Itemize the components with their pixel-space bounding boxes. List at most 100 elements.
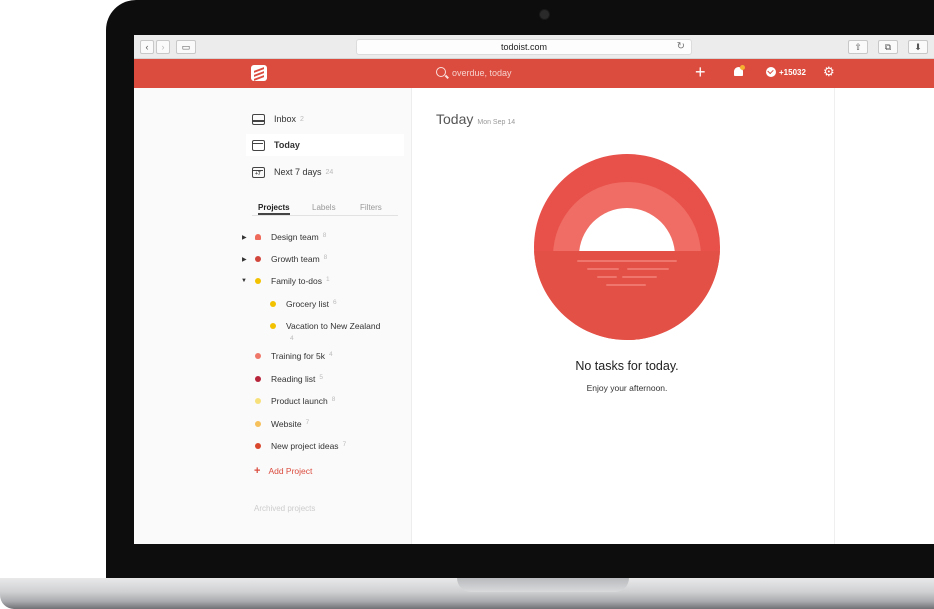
- wave-line: [627, 268, 669, 270]
- archived-projects-link[interactable]: Archived projects: [254, 504, 315, 513]
- empty-state-subtitle: Enjoy your afternoon.: [586, 383, 668, 393]
- nav-inbox[interactable]: Inbox 2: [252, 108, 398, 130]
- project-website[interactable]: Website 7: [255, 419, 309, 433]
- project-count: 7: [342, 441, 347, 448]
- wave-line: [622, 276, 657, 278]
- right-pane: [834, 88, 934, 544]
- add-task-icon[interactable]: +: [695, 62, 706, 82]
- screen: ‹ › ▭ todoist.com ↻ ⇧ ⧉ ⬇ overdue, today…: [134, 35, 934, 544]
- nav-label: Today: [274, 140, 300, 150]
- project-label: Vacation to New Zealand: [286, 321, 381, 331]
- project-reading-list[interactable]: Reading list 5: [255, 374, 323, 388]
- project-color-dot: [270, 323, 276, 329]
- calendar-week-icon: [252, 166, 265, 178]
- project-color-dot: [255, 353, 261, 359]
- project-count: 7: [305, 419, 310, 426]
- reload-icon[interactable]: ↻: [677, 40, 685, 54]
- main-content: Today Mon Sep 14 No tasks for today. Enjo…: [412, 88, 832, 544]
- wave-line: [577, 260, 677, 262]
- add-project-button[interactable]: + Add Project: [254, 465, 312, 477]
- project-label: Family to-dos: [271, 276, 323, 286]
- nav-label: Next 7 days: [274, 167, 322, 177]
- page-title-text: Today: [436, 111, 474, 127]
- forward-button[interactable]: ›: [156, 40, 170, 54]
- nav-next-7-days[interactable]: Next 7 days 24: [252, 161, 398, 183]
- project-label-wrap: Vacation to New Zealand 4: [286, 321, 390, 344]
- collapse-arrow-icon[interactable]: ▼: [241, 278, 247, 284]
- nav-count: 2: [300, 115, 304, 123]
- project-count: 4: [290, 335, 294, 342]
- person-icon: [255, 234, 261, 240]
- project-color-dot: [255, 376, 261, 382]
- karma-count[interactable]: +15032: [779, 68, 806, 77]
- nav-count: 24: [325, 168, 334, 176]
- page-title: Today Mon Sep 14: [436, 111, 515, 127]
- project-label: Growth team: [271, 254, 320, 264]
- sidebar-tabs: Projects Labels Filters: [252, 202, 398, 216]
- app-header: overdue, today + +15032 ⚙: [134, 59, 934, 88]
- share-button[interactable]: ⇧: [848, 40, 868, 54]
- project-count: 8: [323, 254, 328, 261]
- expand-arrow-icon[interactable]: ▶: [242, 234, 247, 241]
- notification-dot: [740, 65, 745, 70]
- sunset-illustration: [534, 154, 720, 340]
- plus-icon: +: [254, 465, 261, 477]
- project-training-5k[interactable]: Training for 5k 4: [255, 351, 333, 365]
- wave-line: [587, 268, 619, 270]
- url-text: todoist.com: [500, 42, 548, 52]
- wave-line: [597, 276, 617, 278]
- wave-line: [606, 284, 646, 286]
- download-icon: ⬇: [914, 42, 922, 52]
- calendar-icon: [252, 139, 265, 151]
- camera-icon: [540, 10, 549, 19]
- project-label: Training for 5k: [271, 351, 326, 361]
- project-count: 5: [319, 374, 324, 381]
- share-icon: ⇧: [854, 42, 862, 52]
- todoist-logo[interactable]: [251, 65, 267, 81]
- project-family-todos[interactable]: Family to-dos 1: [255, 276, 330, 290]
- project-color-dot: [255, 398, 261, 404]
- project-design-team[interactable]: Design team 8: [255, 232, 326, 246]
- sea: [534, 251, 720, 340]
- empty-state-title: No tasks for today.: [575, 359, 679, 373]
- project-label: Website: [271, 419, 302, 429]
- project-color-dot: [255, 256, 261, 262]
- nav-today[interactable]: Today: [246, 134, 404, 156]
- tabs-icon: ⧉: [884, 42, 892, 52]
- address-bar[interactable]: todoist.com ↻: [356, 39, 692, 55]
- search-icon[interactable]: [436, 67, 446, 77]
- project-grocery-list[interactable]: Grocery list 6: [270, 299, 337, 313]
- project-count: 6: [332, 299, 337, 306]
- project-color-dot: [255, 443, 261, 449]
- project-vacation-nz[interactable]: Vacation to New Zealand 4: [270, 321, 390, 342]
- expand-arrow-icon[interactable]: ▶: [242, 256, 247, 263]
- project-count: 1: [326, 276, 330, 283]
- laptop-notch: [457, 578, 629, 592]
- inbox-icon: [252, 113, 265, 125]
- tab-projects[interactable]: Projects: [258, 203, 290, 215]
- gear-icon[interactable]: ⚙: [823, 65, 835, 79]
- sidebar: Inbox 2 Today Next 7 days 24 Projects La…: [134, 88, 412, 544]
- nav-label: Inbox: [274, 114, 297, 124]
- project-count: 8: [322, 232, 327, 239]
- project-new-ideas[interactable]: New project ideas 7: [255, 441, 346, 455]
- project-color-dot: [255, 421, 261, 427]
- project-label: Product launch: [271, 396, 328, 406]
- project-growth-team[interactable]: Growth team 8: [255, 254, 327, 268]
- tab-filters[interactable]: Filters: [360, 203, 382, 212]
- tab-labels[interactable]: Labels: [312, 203, 336, 212]
- karma-icon[interactable]: [766, 67, 776, 77]
- downloads-button[interactable]: ⬇: [908, 40, 928, 54]
- tabs-button[interactable]: ⧉: [878, 40, 898, 54]
- project-color-dot: [255, 278, 261, 284]
- sidebar-toggle-button[interactable]: ▭: [176, 40, 196, 54]
- project-count: 8: [331, 396, 336, 403]
- back-button[interactable]: ‹: [140, 40, 154, 54]
- project-count: 4: [329, 351, 333, 358]
- add-project-label: Add Project: [268, 466, 313, 476]
- search-input[interactable]: overdue, today: [452, 68, 512, 78]
- project-product-launch[interactable]: Product launch 8: [255, 396, 335, 410]
- project-label: New project ideas: [271, 441, 339, 451]
- project-label: Grocery list: [286, 299, 329, 309]
- project-label: Reading list: [271, 374, 316, 384]
